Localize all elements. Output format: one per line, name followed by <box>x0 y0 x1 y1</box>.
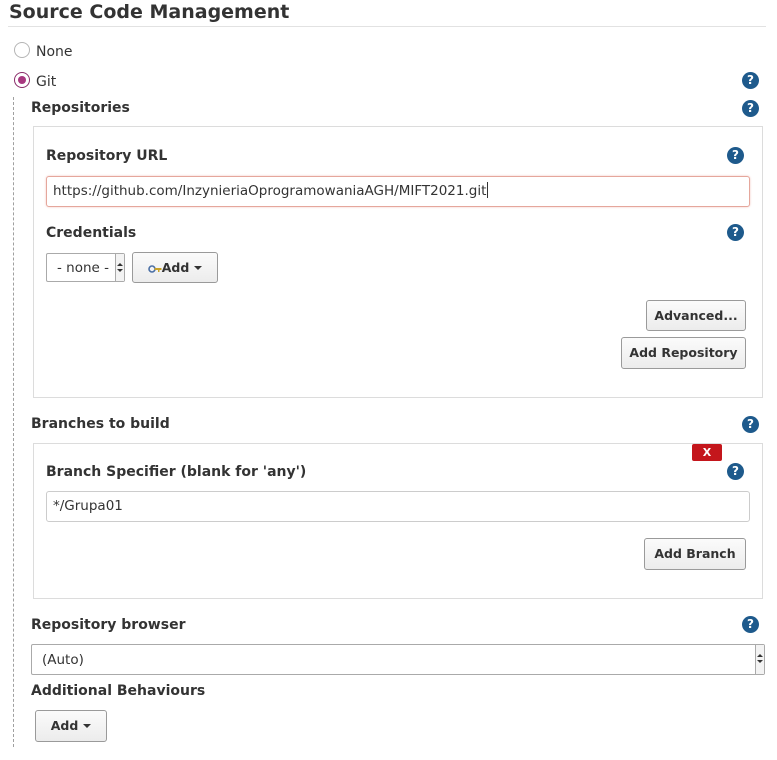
branches-help-icon[interactable]: ? <box>742 416 759 433</box>
none-radio[interactable] <box>14 42 30 58</box>
repositories-help-icon[interactable]: ? <box>742 100 759 117</box>
git-radio[interactable] <box>14 72 30 88</box>
git-options-guide <box>13 97 14 747</box>
branch-specifier-label: Branch Specifier (blank for 'any') <box>46 464 307 480</box>
repository-browser-label: Repository browser <box>31 617 186 633</box>
repository-url-label: Repository URL <box>46 148 168 164</box>
section-title: Source Code Management <box>9 1 290 23</box>
repositories-label: Repositories <box>31 100 130 116</box>
chevron-down-icon <box>83 724 92 728</box>
repository-url-help-icon[interactable]: ? <box>727 147 744 164</box>
advanced-button[interactable]: Advanced... <box>646 300 746 331</box>
add-branch-button[interactable]: Add Branch <box>644 538 746 570</box>
credentials-label: Credentials <box>46 225 137 241</box>
repository-browser-select[interactable]: (Auto) <box>31 644 765 675</box>
repository-browser-value: (Auto) <box>42 652 84 668</box>
credentials-help-icon[interactable]: ? <box>727 224 744 241</box>
repository-url-value: https://github.com/InzynieriaOprogramowa… <box>53 183 487 199</box>
none-radio-label[interactable]: None <box>36 44 73 60</box>
repository-browser-help-icon[interactable]: ? <box>742 616 759 633</box>
branch-specifier-input[interactable]: */Grupa01 <box>46 491 750 522</box>
add-credentials-label: Add <box>161 260 190 275</box>
repository-url-input[interactable]: https://github.com/InzynieriaOprogramowa… <box>46 176 750 207</box>
credentials-select-value: - none - <box>57 260 110 276</box>
branches-label: Branches to build <box>31 416 170 432</box>
add-repository-button[interactable]: Add Repository <box>621 337 746 369</box>
add-behaviour-label: Add <box>50 718 79 733</box>
add-behaviour-button[interactable]: Add <box>35 710 107 742</box>
additional-behaviours-label: Additional Behaviours <box>31 683 206 699</box>
text-cursor <box>487 182 489 198</box>
select-arrows-icon <box>115 254 124 281</box>
key-icon <box>147 264 162 273</box>
branch-specifier-help-icon[interactable]: ? <box>727 463 744 480</box>
delete-branch-button[interactable]: X <box>692 444 722 461</box>
select-arrows-icon <box>755 645 764 674</box>
chevron-down-icon <box>194 266 203 270</box>
git-help-icon[interactable]: ? <box>742 72 759 89</box>
section-divider <box>8 26 766 27</box>
add-credentials-button[interactable]: Add <box>132 252 218 283</box>
git-radio-label[interactable]: Git <box>36 74 56 90</box>
credentials-select[interactable]: - none - <box>46 253 125 282</box>
